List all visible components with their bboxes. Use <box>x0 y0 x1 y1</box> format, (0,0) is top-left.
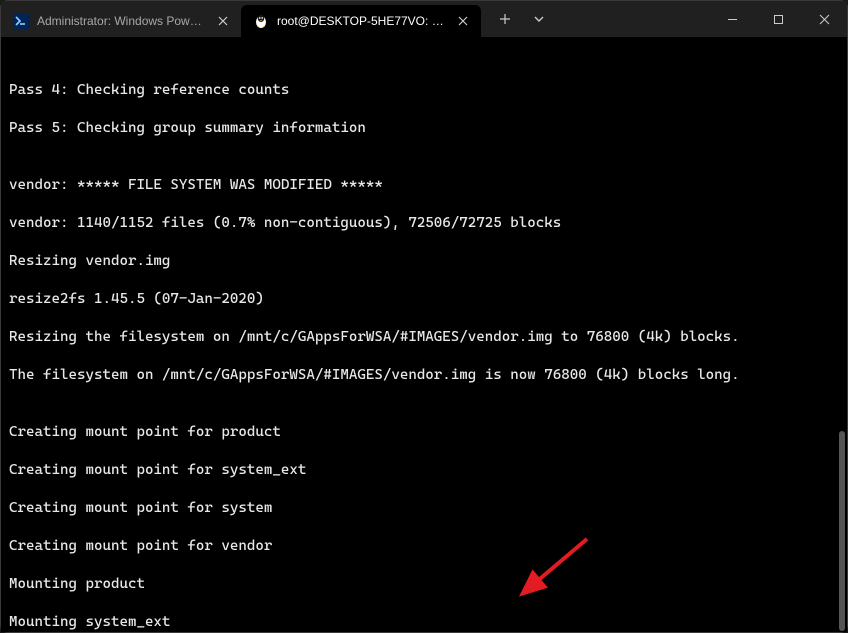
window-controls <box>709 1 847 37</box>
terminal-line: vendor: ***** FILE SYSTEM WAS MODIFIED *… <box>9 176 839 195</box>
terminal-line: Resizing the filesystem on /mnt/c/GAppsF… <box>9 328 839 347</box>
close-icon[interactable] <box>215 13 231 29</box>
terminal-line: Creating mount point for system <box>9 499 839 518</box>
tab-label: root@DESKTOP-5HE77VO: /mn <box>277 14 447 28</box>
terminal-line: The filesystem on /mnt/c/GAppsForWSA/#IM… <box>9 366 839 385</box>
terminal-line: vendor: 1140/1152 files (0.7% non-contig… <box>9 214 839 233</box>
tabs-container: Administrator: Windows PowerS root@DESKT… <box>1 1 481 37</box>
tab-linux-root[interactable]: root@DESKTOP-5HE77VO: /mn <box>241 5 481 37</box>
tab-powershell[interactable]: Administrator: Windows PowerS <box>1 5 241 37</box>
tux-icon <box>253 13 269 29</box>
tabbar-actions <box>481 5 553 33</box>
powershell-icon <box>13 13 29 29</box>
terminal-line: Creating mount point for product <box>9 423 839 442</box>
maximize-button[interactable] <box>755 1 801 37</box>
titlebar: Administrator: Windows PowerS root@DESKT… <box>1 1 847 37</box>
minimize-button[interactable] <box>709 1 755 37</box>
terminal-line: resize2fs 1.45.5 (07-Jan-2020) <box>9 290 839 309</box>
terminal-line: Creating mount point for system_ext <box>9 461 839 480</box>
terminal-line: Mounting system_ext <box>9 613 839 632</box>
terminal-line: Creating mount point for vendor <box>9 537 839 556</box>
scrollbar[interactable] <box>839 431 845 631</box>
terminal-output[interactable]: Pass 4: Checking reference counts Pass 5… <box>1 37 847 632</box>
terminal-line: Mounting product <box>9 575 839 594</box>
tab-label: Administrator: Windows PowerS <box>37 14 207 28</box>
tab-dropdown-button[interactable] <box>525 5 553 33</box>
close-button[interactable] <box>801 1 847 37</box>
terminal-line: Pass 4: Checking reference counts <box>9 81 839 100</box>
close-icon[interactable] <box>455 13 471 29</box>
terminal-line: Pass 5: Checking group summary informati… <box>9 119 839 138</box>
new-tab-button[interactable] <box>491 5 519 33</box>
terminal-line: Resizing vendor.img <box>9 252 839 271</box>
